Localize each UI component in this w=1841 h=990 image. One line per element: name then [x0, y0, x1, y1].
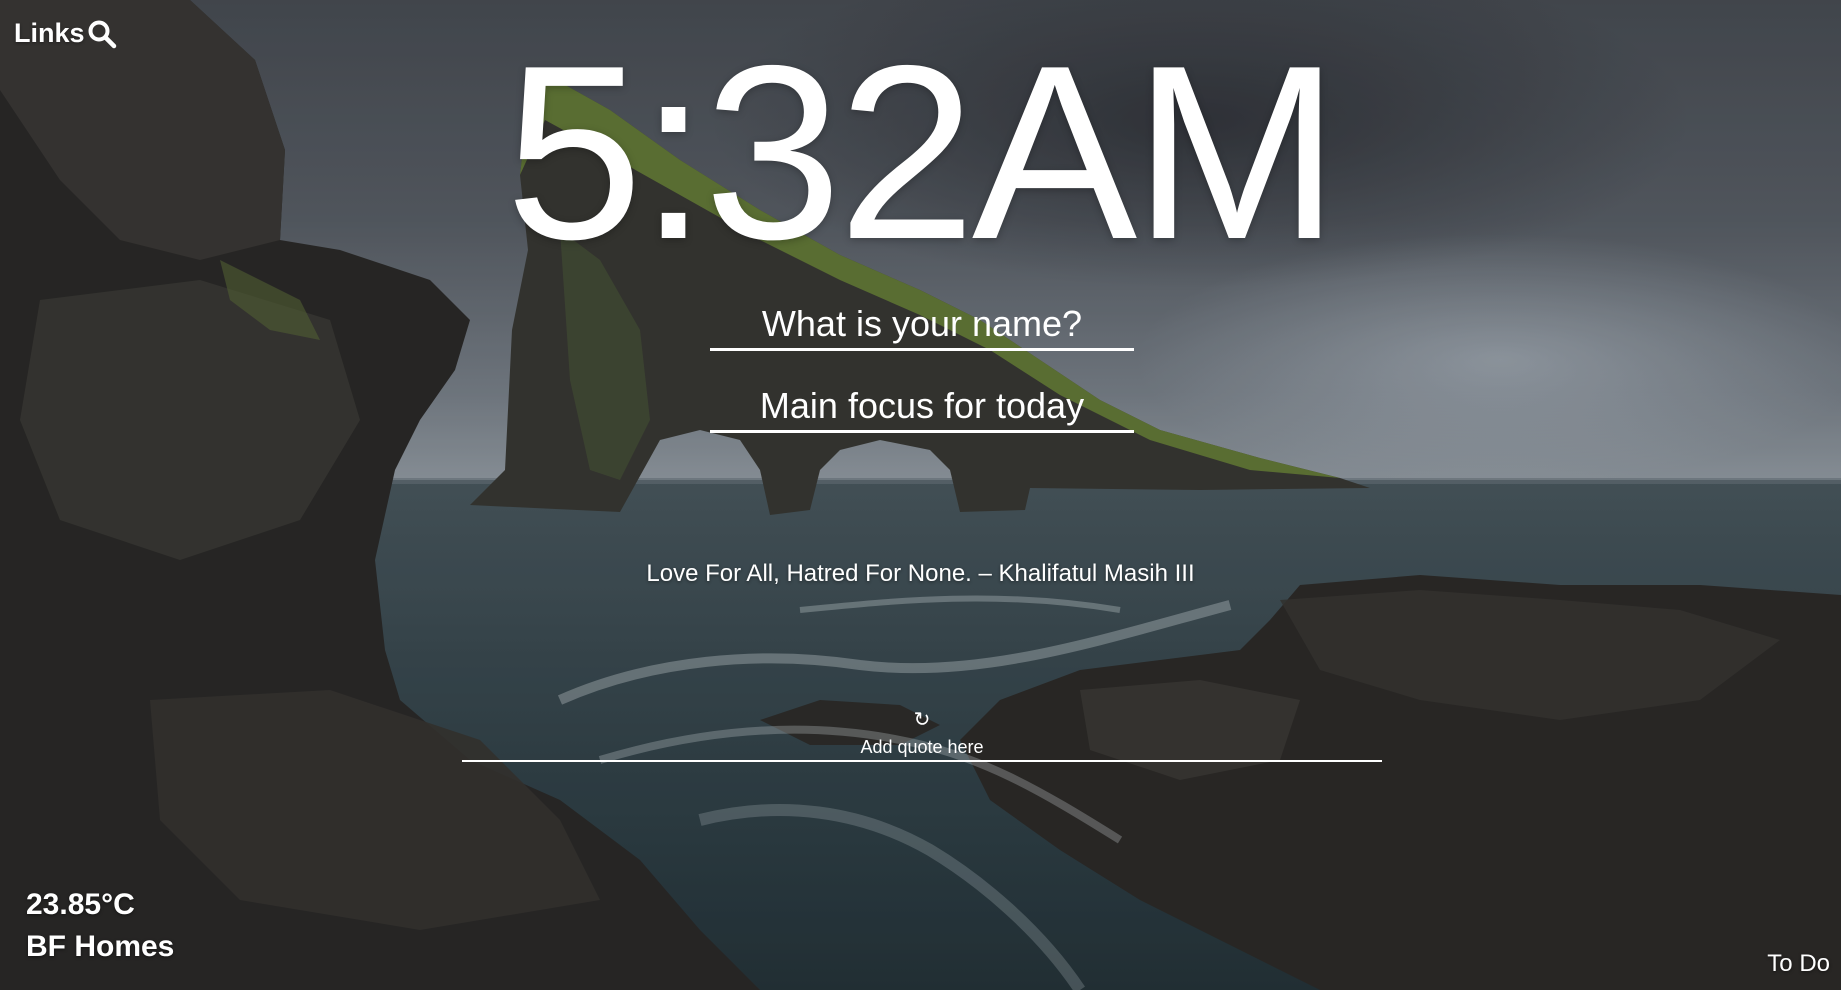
main-focus-input[interactable] [710, 382, 1134, 433]
clock-time: 5:32AM [505, 13, 1340, 291]
weather-temperature: 23.85°C [26, 888, 135, 921]
refresh-icon[interactable]: ↻ [912, 710, 932, 730]
todo-button[interactable]: To Do [1767, 950, 1830, 978]
name-input[interactable] [710, 300, 1134, 351]
add-quote-input[interactable] [462, 734, 1382, 762]
quote-text: Love For All, Hatred For None. – Khalifa… [646, 560, 1195, 587]
weather-widget: 23.85°C BF Homes [26, 884, 174, 968]
weather-location: BF Homes [26, 930, 175, 963]
